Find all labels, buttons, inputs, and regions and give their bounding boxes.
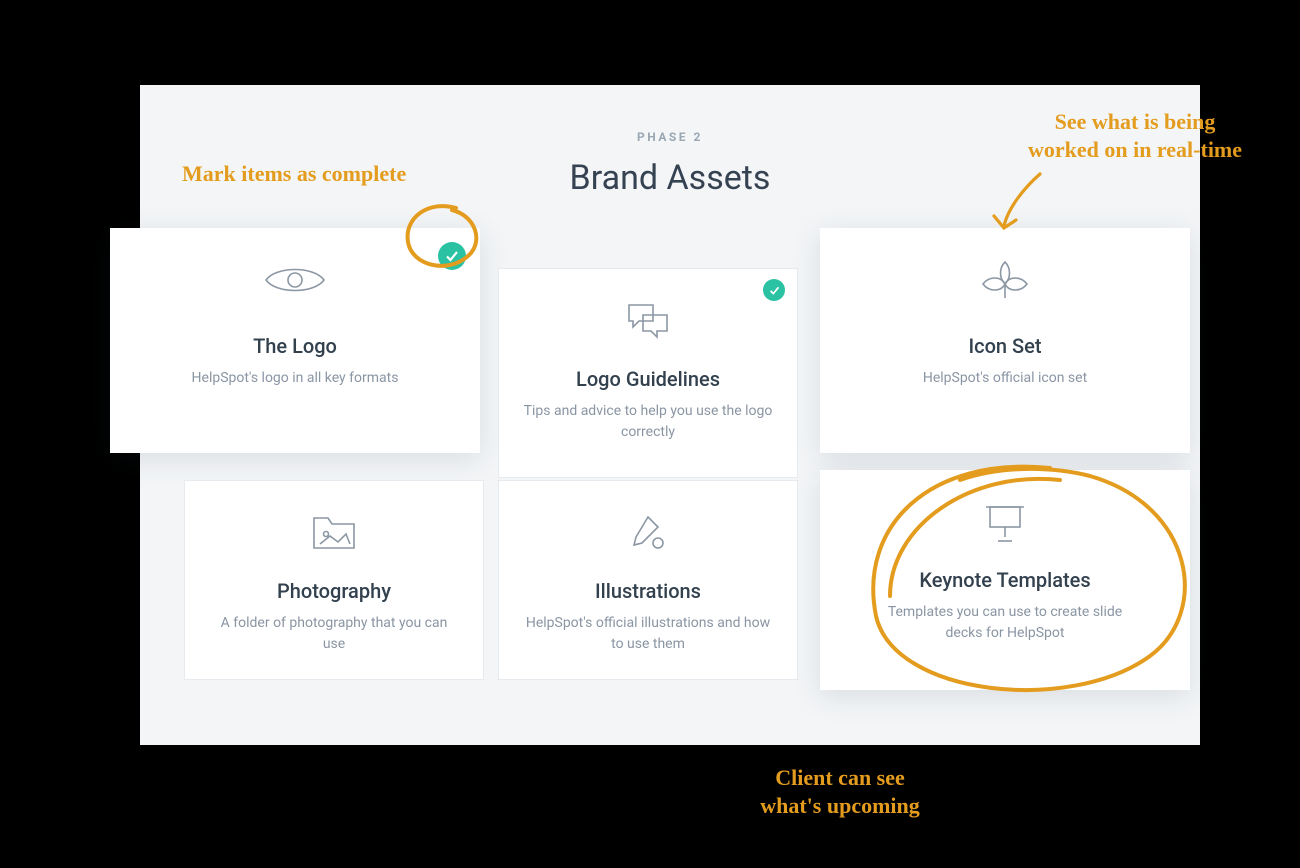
image-folder-icon: [209, 509, 459, 557]
paint-icon: [523, 509, 773, 557]
presentation-icon: [844, 498, 1166, 546]
dashboard-panel: PHASE 2 Brand Assets The Logo HelpSpot's…: [140, 85, 1200, 745]
card-desc: HelpSpot's logo in all key formats: [165, 368, 425, 389]
card-title: Icon Set: [844, 334, 1166, 358]
card-desc: HelpSpot's official illustrations and ho…: [523, 613, 773, 655]
card-illustrations[interactable]: Illustrations HelpSpot's official illust…: [498, 480, 798, 680]
complete-badge[interactable]: [438, 242, 466, 270]
card-title: Illustrations: [523, 579, 773, 603]
card-title: Keynote Templates: [844, 568, 1166, 592]
card-desc: HelpSpot's official icon set: [875, 368, 1135, 389]
card-desc: A folder of photography that you can use: [209, 613, 459, 655]
card-title: Photography: [209, 579, 459, 603]
page-title: Brand Assets: [140, 158, 1200, 198]
card-keynote-templates[interactable]: Keynote Templates Templates you can use …: [820, 470, 1190, 690]
card-the-logo[interactable]: The Logo HelpSpot's logo in all key form…: [110, 228, 480, 453]
check-icon: [769, 285, 780, 296]
card-desc: Templates you can use to create slide de…: [875, 602, 1135, 644]
chat-icon: [523, 297, 773, 345]
card-grid: The Logo HelpSpot's logo in all key form…: [140, 228, 1200, 708]
card-logo-guidelines[interactable]: Logo Guidelines Tips and advice to help …: [498, 268, 798, 478]
eye-icon: [134, 256, 456, 304]
annotation-upcoming: Client can seewhat's upcoming: [730, 764, 950, 819]
card-title: Logo Guidelines: [523, 367, 773, 391]
phase-label: PHASE 2: [140, 85, 1200, 144]
card-desc: Tips and advice to help you use the logo…: [523, 401, 773, 443]
complete-badge[interactable]: [763, 279, 785, 301]
card-icon-set[interactable]: Icon Set HelpSpot's official icon set: [820, 228, 1190, 453]
check-icon: [445, 249, 459, 263]
card-title: The Logo: [134, 334, 456, 358]
card-photography[interactable]: Photography A folder of photography that…: [184, 480, 484, 680]
leaf-icon: [844, 256, 1166, 304]
